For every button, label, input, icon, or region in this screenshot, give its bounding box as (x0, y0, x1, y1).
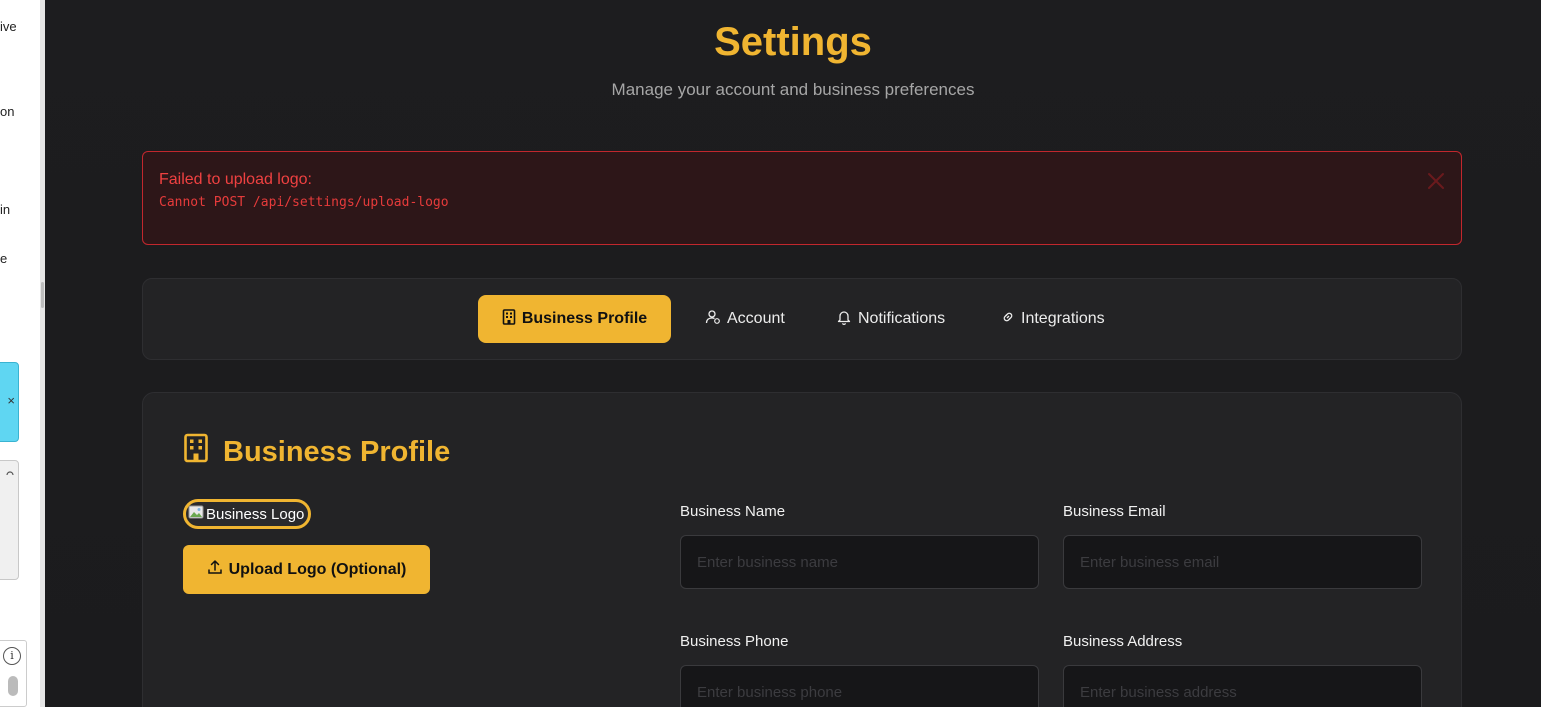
left-panel-cyan-button[interactable]: × (0, 362, 19, 442)
business-phone-input[interactable] (680, 665, 1039, 707)
business-name-input[interactable] (680, 535, 1039, 589)
close-icon[interactable] (1425, 170, 1447, 192)
error-title: Failed to upload logo: (159, 171, 312, 188)
business-email-label: Business Email (1063, 503, 1166, 520)
bell-icon (836, 309, 852, 330)
business-profile-card: Business Profile Business Logo Upload Lo… (142, 392, 1462, 707)
tab-business-profile[interactable]: Business Profile (478, 295, 671, 343)
page-title: Settings (714, 20, 872, 64)
building-icon (183, 433, 209, 471)
link-icon (1001, 310, 1015, 329)
tab-integrations[interactable]: Integrations (989, 295, 1117, 343)
upload-logo-button[interactable]: Upload Logo (Optional) (183, 545, 430, 594)
upload-button-label: Upload Logo (Optional) (228, 560, 407, 578)
logo-alt-text: Business Logo (206, 505, 305, 523)
page-subtitle: Manage your account and business prefere… (611, 80, 975, 99)
upload-icon (207, 559, 223, 580)
close-icon: × (7, 393, 15, 408)
business-name-label: Business Name (680, 503, 786, 520)
error-detail: Cannot POST /api/settings/upload-logo (159, 195, 449, 210)
tab-notifications[interactable]: Notifications (824, 295, 957, 343)
user-cog-icon (705, 309, 721, 330)
left-side-panel: ive on in e × i (0, 0, 40, 707)
tab-label: Notifications (858, 310, 946, 327)
tab-label: Integrations (1021, 310, 1105, 327)
business-email-input[interactable] (1063, 535, 1422, 589)
left-panel-text: e (0, 251, 8, 266)
section-title: Business Profile (223, 435, 451, 468)
broken-image-icon (188, 504, 204, 525)
refresh-icon (5, 469, 15, 482)
section-header: Business Profile (183, 433, 450, 471)
logo-image: Business Logo (183, 499, 311, 529)
info-icon[interactable]: i (3, 647, 21, 665)
business-address-input[interactable] (1063, 665, 1422, 707)
left-panel-text: on (0, 104, 15, 119)
building-icon (502, 308, 516, 330)
left-panel-text: in (0, 202, 11, 217)
left-panel-text: ive (0, 19, 17, 34)
tab-account[interactable]: Account (693, 295, 797, 343)
tab-label: Account (727, 310, 785, 327)
left-panel-card[interactable] (0, 460, 19, 580)
resize-handle[interactable] (41, 282, 44, 308)
settings-page: Settings Manage your account and busines… (45, 0, 1541, 707)
settings-tabs: Business Profile Account Notifications I… (142, 278, 1462, 360)
business-address-label: Business Address (1063, 633, 1183, 650)
scrollbar[interactable] (8, 676, 18, 696)
tab-label: Business Profile (521, 310, 648, 327)
business-phone-label: Business Phone (680, 633, 789, 650)
error-alert: Failed to upload logo: Cannot POST /api/… (142, 151, 1462, 245)
